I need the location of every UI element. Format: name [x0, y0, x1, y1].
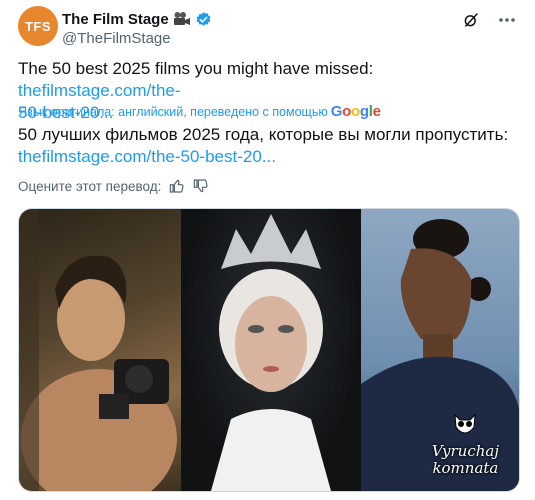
more-options-icon[interactable]	[497, 10, 517, 30]
author-block: The Film Stage @TheFilmStage	[62, 10, 212, 47]
tweet-body: The 50 best 2025 films you might have mi…	[18, 59, 374, 78]
movie-camera-icon	[173, 11, 191, 27]
author-name[interactable]: The Film Stage	[62, 11, 169, 28]
rate-translation: Оцените этот перевод:	[18, 178, 209, 194]
media-collage[interactable]: Vyruchaj komnata	[18, 208, 520, 492]
verified-badge-icon	[195, 11, 212, 28]
watermark-line-1: Vyruchaj	[431, 442, 499, 460]
avatar[interactable]: TFS	[18, 6, 58, 46]
film-still-man-camera[interactable]	[19, 209, 181, 491]
film-still-woman-crown[interactable]	[181, 209, 361, 491]
watermark-line-2: komnata	[432, 459, 499, 477]
owl-icon	[454, 413, 477, 434]
author-handle[interactable]: @TheFilmStage	[62, 30, 212, 47]
rate-label: Оцените этот перевод:	[18, 178, 162, 194]
translated-body: 50 лучших фильмов 2025 года, которые вы …	[18, 125, 509, 144]
translation-notice[interactable]: Язык оригинала: английский, переведено с…	[18, 103, 381, 120]
thumbs-up-icon[interactable]	[169, 178, 185, 194]
film-still-woman-profile[interactable]: Vyruchaj komnata	[361, 209, 519, 491]
thumbs-down-icon[interactable]	[193, 178, 209, 194]
tweet-link-part-1: thefilmstage.com/the-	[18, 81, 181, 100]
translated-text: 50 лучших фильмов 2025 года, которые вы …	[18, 124, 518, 168]
google-logo: Google	[330, 103, 381, 120]
top-actions	[461, 10, 517, 30]
grok-icon[interactable]	[461, 10, 481, 30]
avatar-text: TFS	[24, 18, 52, 34]
watermark: Vyruchaj komnata	[432, 411, 499, 477]
author-name-row: The Film Stage	[62, 10, 212, 28]
translation-notice-text: Язык оригинала: английский, переведено с…	[18, 104, 328, 119]
translated-link[interactable]: thefilmstage.com/the-50-best-20...	[18, 147, 276, 166]
